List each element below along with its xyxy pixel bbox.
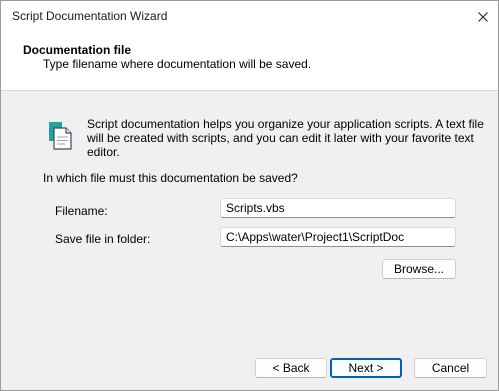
folder-label: Save file in folder:: [55, 232, 151, 246]
back-button[interactable]: < Back: [255, 358, 327, 378]
wizard-window: Script Documentation Wizard Documentatio…: [0, 0, 499, 391]
browse-button[interactable]: Browse...: [382, 259, 456, 279]
next-button[interactable]: Next >: [330, 358, 402, 378]
question-label: In which file must this documentation be…: [43, 171, 298, 185]
filename-field[interactable]: [220, 198, 456, 218]
close-button[interactable]: [468, 1, 498, 32]
document-icon: [45, 119, 75, 151]
folder-field[interactable]: [220, 227, 456, 247]
page-subtitle: Type filename where documentation will b…: [43, 57, 312, 71]
page-title: Documentation file: [23, 43, 132, 57]
filename-label: Filename:: [55, 204, 108, 218]
window-title: Script Documentation Wizard: [12, 9, 168, 23]
wizard-header: Documentation file Type filename where d…: [1, 32, 498, 91]
close-icon: [478, 11, 488, 22]
title-bar: Script Documentation Wizard: [1, 1, 498, 32]
intro-text: Script documentation helps you organize …: [87, 117, 484, 159]
cancel-button[interactable]: Cancel: [414, 358, 487, 378]
